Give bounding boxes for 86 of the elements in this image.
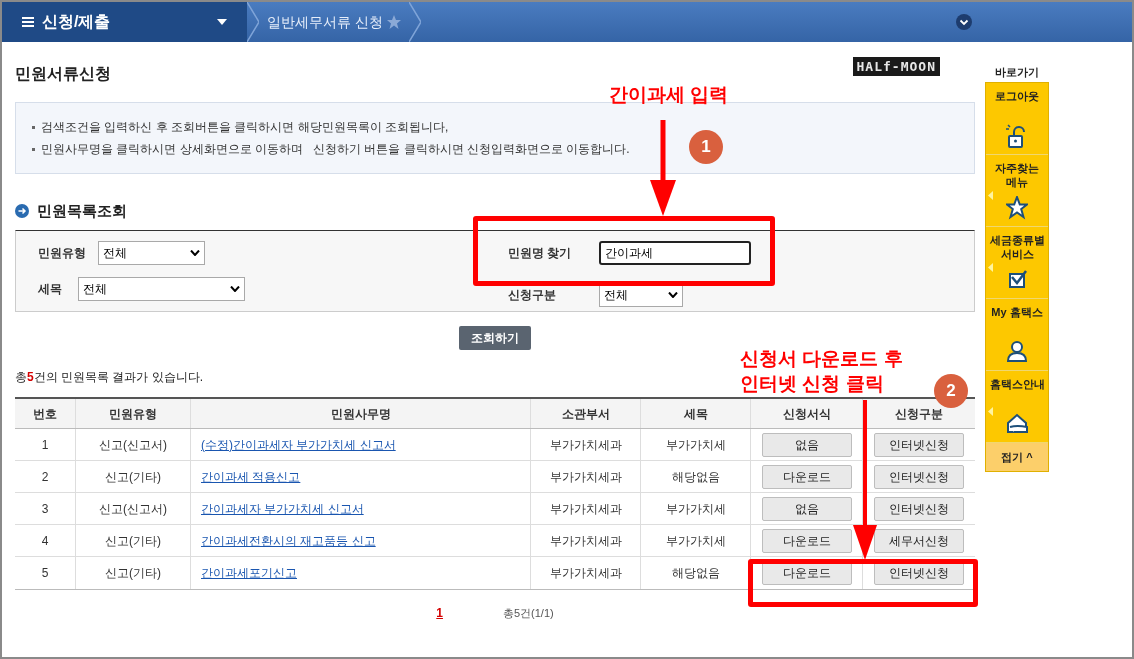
- table-cell-text: 부가가치세과: [549, 565, 622, 582]
- collapse-button[interactable]: 접기 ^: [986, 443, 1048, 471]
- table-cell-text: 해당없음: [671, 468, 720, 486]
- caret-icon: [217, 19, 227, 25]
- menu-icon: [22, 17, 34, 27]
- page-link[interactable]: 1: [436, 604, 443, 622]
- select-field[interactable]: 전체: [98, 241, 205, 265]
- column-header: 소관부서: [530, 399, 640, 428]
- step-number-badge: 2: [934, 374, 968, 408]
- star-icon: [1006, 196, 1028, 220]
- breadcrumb-link[interactable]: 일반세무서류 신청: [267, 11, 383, 33]
- document-link[interactable]: (수정)간이과세자 부가가치세 신고서: [201, 435, 396, 454]
- caret-icon: [230, 286, 240, 292]
- apply-button[interactable]: 인터넷신청: [874, 464, 964, 489]
- column-header: 민원사무명: [190, 399, 530, 428]
- table-cell-text: 신고(기타): [105, 468, 161, 486]
- apply-button[interactable]: 세무서신청: [874, 528, 964, 553]
- table-cell-text: 부가가치세과: [549, 436, 622, 454]
- arrow-icon: [852, 400, 878, 560]
- quick-link[interactable]: 홈택스안내: [986, 371, 1048, 443]
- table-cell-text: 5: [41, 565, 49, 582]
- arrow-left-icon: [988, 263, 993, 272]
- download-button[interactable]: 없음: [761, 432, 852, 457]
- caret-icon: [190, 250, 200, 256]
- house-icon: [1006, 412, 1028, 436]
- section-title: 민원목록조회: [37, 200, 127, 221]
- bullet-icon: [32, 125, 35, 129]
- table-cell-text: 부가가치세: [665, 436, 726, 454]
- column-header: 민원유형: [75, 399, 190, 428]
- search-button[interactable]: 조회하기: [459, 326, 531, 350]
- document-link[interactable]: 간이과세전환시의 재고품등 신고: [201, 531, 376, 550]
- table-cell-text: 부가가치세과: [549, 500, 622, 518]
- search-field[interactable]: 간이과세: [599, 241, 751, 265]
- table-cell-text: 신고(기타): [105, 565, 161, 582]
- quick-link[interactable]: 세금종류별 서비스: [986, 227, 1048, 299]
- filter-label: 세목: [38, 281, 62, 298]
- apply-button[interactable]: 인터넷신청: [874, 432, 964, 457]
- bullet-icon: [32, 147, 35, 151]
- table-cell-text: 신고(신고서): [99, 500, 167, 518]
- document-link[interactable]: 간이과세 적용신고: [201, 467, 301, 486]
- sidebar-title: 바로가기: [995, 65, 1039, 80]
- arrow-left-icon: [988, 191, 993, 200]
- table-cell-text: 신고(기타): [105, 532, 161, 550]
- arrow-icon: [648, 120, 678, 216]
- select-field[interactable]: 전체: [78, 277, 245, 301]
- page-summary: 총5건(1/1): [502, 605, 554, 621]
- caret-icon: [668, 292, 678, 298]
- expand-icon[interactable]: [956, 14, 972, 30]
- annotation-text: 간이과세 입력: [609, 83, 729, 107]
- arrow-left-icon: [988, 407, 993, 416]
- column-header: 세목: [640, 399, 750, 428]
- logo: HALf-MOON: [852, 56, 940, 76]
- menu-button[interactable]: 신청/제출: [2, 2, 247, 42]
- column-header: 번호: [32, 405, 58, 423]
- download-button[interactable]: 다운로드: [761, 528, 852, 553]
- quick-link[interactable]: 자주찾는 메뉴: [986, 155, 1048, 227]
- table-cell-text: 부가가치세과: [549, 532, 622, 550]
- page-title: 민원서류신청: [15, 64, 111, 84]
- filter-label: 민원명 찾기: [508, 245, 573, 262]
- table-cell-text: 신고(신고서): [99, 436, 167, 454]
- filter-label: 신청구분: [508, 287, 557, 304]
- arrow-circle-icon: [15, 204, 29, 218]
- result-summary: 총5건의 민원목록 결과가 있습니다.: [15, 369, 204, 386]
- table-cell-text: 부가가치세과: [549, 468, 622, 486]
- quick-link[interactable]: My 홈택스: [986, 299, 1048, 371]
- annotation-text: 신청서 다운로드 후 인터넷 신청 클릭: [740, 347, 903, 396]
- star-icon: [386, 15, 401, 29]
- document-link[interactable]: 간이과세포기신고: [201, 564, 297, 582]
- person-icon: [1006, 340, 1028, 364]
- column-header: 신청서식: [750, 399, 862, 428]
- table-cell-text: 부가가치세: [665, 500, 726, 518]
- download-button[interactable]: 없음: [761, 496, 852, 521]
- download-button[interactable]: 다운로드: [761, 464, 852, 489]
- padlock-icon: [1006, 124, 1028, 148]
- table-cell-text: 부가가치세: [665, 532, 726, 550]
- apply-button[interactable]: 인터넷신청: [874, 496, 964, 521]
- quick-link[interactable]: 로그아웃: [986, 83, 1048, 155]
- table-cell-text: 1: [41, 436, 49, 454]
- table-cell-text: 해당없음: [671, 565, 720, 582]
- notice-text: 검색조건을 입력하신 후 조회버튼을 클릭하시면 해당민원목록이 조회됩니다,: [41, 119, 449, 136]
- table-cell-text: 4: [41, 532, 49, 550]
- filter-label: 민원유형: [38, 245, 86, 262]
- table-cell-text: 3: [41, 500, 49, 518]
- table-cell-text: 2: [41, 468, 49, 486]
- notice-text: 민원사무명을 클릭하시면 상세화면으로 이동하며 신청하기 버튼을 클릭하시면 신청입력화면으로 이동합니다.: [41, 141, 630, 158]
- document-link[interactable]: 간이과세자 부가가치세 신고서: [201, 499, 364, 518]
